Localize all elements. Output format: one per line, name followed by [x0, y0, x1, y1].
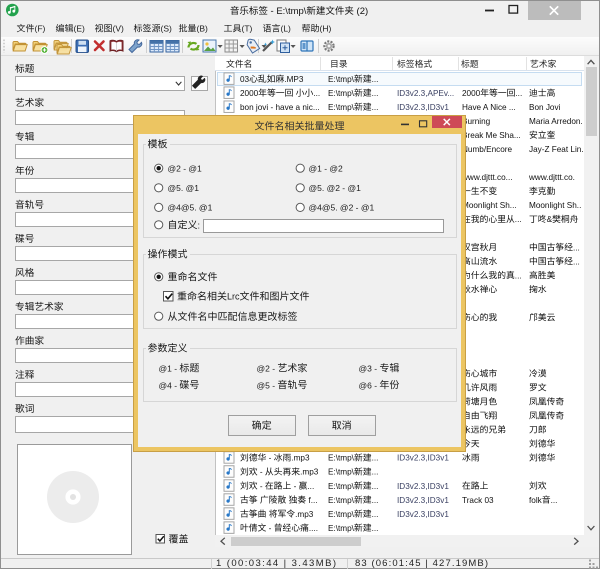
svg-text:@5. @2 - @1: @5. @2 - @1 [309, 183, 362, 193]
svg-text:@4@5. @1: @4@5. @1 [168, 203, 213, 213]
svg-text:@1 - @2: @1 - @2 [309, 164, 344, 174]
svg-text:@1 -: @1 - [159, 364, 180, 374]
svg-text:@5 -: @5 - [257, 380, 278, 390]
svg-text:Lrc: Lrc [227, 292, 240, 302]
svg-text:@5. @1: @5. @1 [168, 183, 200, 193]
svg-text:@2 -: @2 - [257, 364, 278, 374]
svg-text:@4 -: @4 - [159, 380, 180, 390]
svg-text::: : [198, 220, 201, 230]
svg-text:@4@5. @2 - @1: @4@5. @2 - @1 [309, 203, 375, 213]
svg-text:@2 - @1: @2 - @1 [168, 164, 203, 174]
svg-text:@6 -: @6 - [359, 380, 380, 390]
svg-text:@3 -: @3 - [359, 364, 380, 374]
